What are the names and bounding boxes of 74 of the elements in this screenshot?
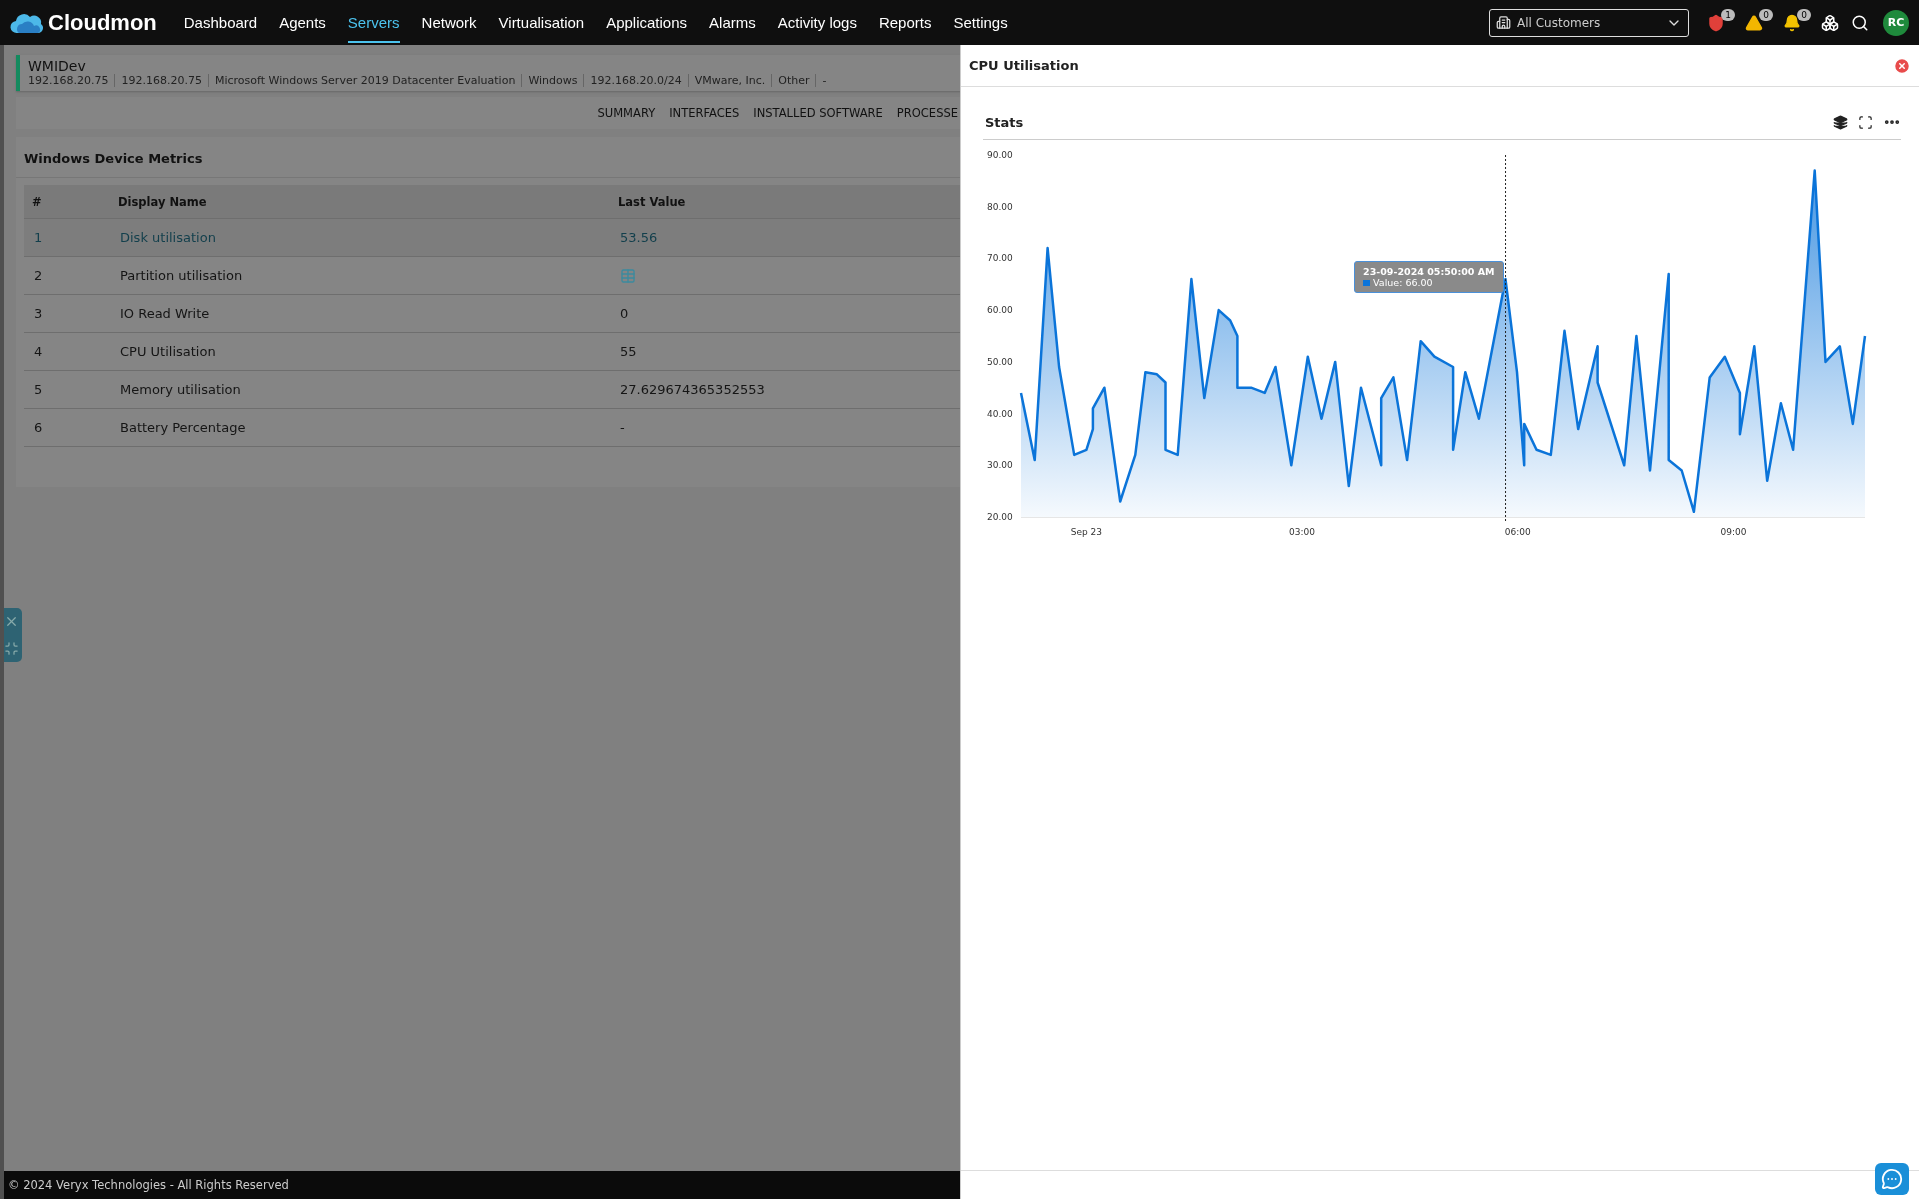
device-detail: Other xyxy=(771,74,816,87)
close-icon[interactable] xyxy=(4,614,19,629)
table-cell[interactable]: Battery Percentage xyxy=(110,409,610,447)
x-axis-label: Sep 23 xyxy=(1070,527,1103,537)
nav-item[interactable]: Network xyxy=(421,2,477,43)
search-icon[interactable] xyxy=(1851,13,1869,32)
device-detail: Windows xyxy=(521,74,584,87)
table-cell: 6 xyxy=(24,409,110,447)
tab[interactable]: INTERFACES xyxy=(669,106,740,120)
footer-text: © 2024 Veryx Technologies - All Rights Reserved xyxy=(4,1171,960,1199)
nav-item[interactable]: Virtualisation xyxy=(498,2,585,43)
y-axis-label: 70.00 xyxy=(987,253,1013,264)
table-cell: 1 xyxy=(24,219,110,257)
device-detail: 192.168.20.75 xyxy=(28,74,110,87)
y-axis-label: 50.00 xyxy=(987,356,1013,367)
shield-icon xyxy=(1707,13,1725,32)
brand-name: Cloudmon xyxy=(48,9,157,36)
device-detail: 192.168.20.75 xyxy=(114,74,208,87)
count-badge: 0 xyxy=(1797,8,1811,21)
bell-icon xyxy=(1783,13,1801,32)
nav-item[interactable]: Alarms xyxy=(709,2,756,43)
device-detail: VMware, Inc. xyxy=(687,74,772,87)
nav-item[interactable]: Servers xyxy=(347,2,400,43)
x-axis-label: 06:00 xyxy=(1504,527,1531,537)
nav-item[interactable]: Applications xyxy=(606,2,688,43)
column-header: Last Value xyxy=(610,185,960,219)
y-axis-label: 30.00 xyxy=(987,460,1013,471)
device-name: WMIDev xyxy=(28,58,87,74)
tab[interactable]: INSTALLED SOFTWARE xyxy=(753,106,883,120)
series-swatch xyxy=(1363,279,1371,286)
column-header: Display Name xyxy=(110,185,610,219)
nav-item[interactable]: Activity logs xyxy=(777,2,857,43)
nav-item[interactable]: Reports xyxy=(878,2,932,43)
table-cell[interactable]: IO Read Write xyxy=(110,295,610,333)
boxes-icon[interactable] xyxy=(1821,13,1839,32)
column-header: # xyxy=(24,185,110,219)
chat-button[interactable] xyxy=(1875,1163,1909,1195)
layers-icon[interactable] xyxy=(1833,114,1848,130)
table-cell[interactable]: Memory utilisation xyxy=(110,371,610,409)
device-detail: Microsoft Windows Server 2019 Datacenter Evaluation xyxy=(207,74,522,87)
customer-select[interactable]: All Customers xyxy=(1489,8,1689,37)
table-cell: 2 xyxy=(24,257,110,295)
card-title: Stats xyxy=(985,114,1025,130)
nav-item[interactable]: Agents xyxy=(279,2,326,43)
count-badge: 1 xyxy=(1721,8,1735,21)
table-cell: 4 xyxy=(24,333,110,371)
tab[interactable]: PROCESSE xyxy=(896,106,958,120)
y-axis-label: 20.00 xyxy=(987,512,1013,522)
close-icon[interactable] xyxy=(1893,56,1911,75)
y-axis-label: 60.00 xyxy=(987,305,1013,316)
table-cell[interactable]: Partition utilisation xyxy=(110,257,610,295)
table-cell: 53.56 xyxy=(610,219,960,257)
y-axis-label: 40.00 xyxy=(987,408,1013,419)
user-avatar[interactable]: RC xyxy=(1883,9,1909,36)
y-axis-label: 80.00 xyxy=(987,201,1013,212)
device-detail: - xyxy=(815,74,833,87)
device-detail: 192.168.20.0/24 xyxy=(583,74,688,87)
tooltip-value: Value: 66.00 xyxy=(1373,277,1433,289)
table-cell: 3 xyxy=(24,295,110,333)
building-icon xyxy=(1496,15,1511,30)
x-axis-label: 09:00 xyxy=(1720,527,1747,537)
tooltip-title: 23-09-2024 05:50:00 AM xyxy=(1363,266,1495,278)
nav-item[interactable]: Settings xyxy=(953,2,1008,43)
tab[interactable]: SUMMARY xyxy=(597,106,656,120)
cloud-logo-icon xyxy=(10,11,44,34)
count-badge: 0 xyxy=(1759,8,1773,21)
fullscreen-icon[interactable] xyxy=(1858,114,1873,130)
panel-title: CPU Utilisation xyxy=(969,58,1080,73)
table-cell: 5 xyxy=(24,371,110,409)
x-axis-label: 03:00 xyxy=(1289,527,1316,537)
table-cell[interactable]: CPU Utilisation xyxy=(110,333,610,371)
warning-icon xyxy=(1745,13,1763,32)
nav-item[interactable]: Dashboard xyxy=(183,2,258,43)
y-axis-label: 90.00 xyxy=(987,150,1013,160)
